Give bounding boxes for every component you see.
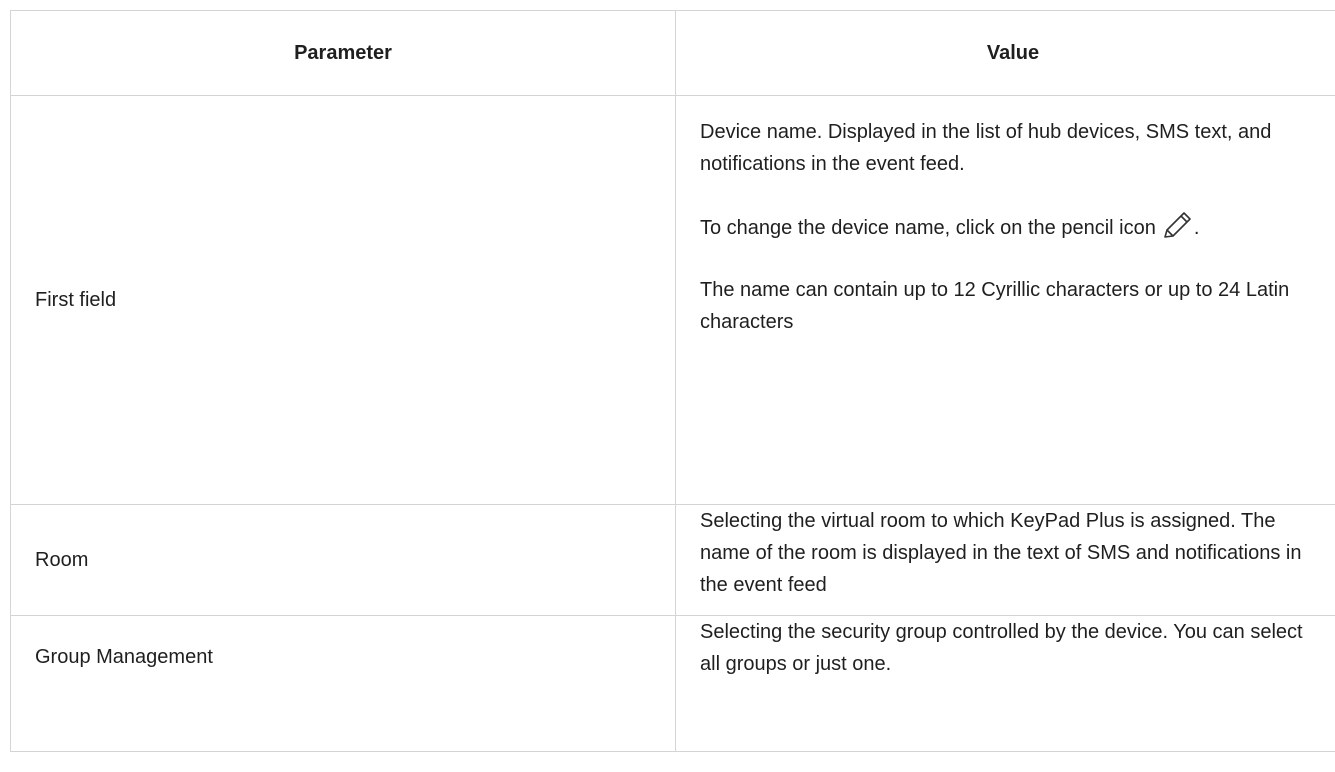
- table-row: Group Management Selecting the security …: [10, 615, 1335, 752]
- header-parameter: Parameter: [10, 10, 676, 96]
- value-paragraph: The name can contain up to 12 Cyrillic c…: [700, 279, 1290, 333]
- value-paragraph: Device name. Displayed in the list of hu…: [700, 121, 1272, 175]
- parameter-cell: Room: [10, 504, 676, 616]
- pencil-icon: [1164, 212, 1191, 238]
- table-header-row: Parameter Value: [10, 10, 1335, 96]
- parameter-cell: First field: [10, 95, 676, 505]
- parameter-cell: Group Management: [10, 615, 676, 752]
- value-cell: Selecting the security group controlled …: [675, 615, 1335, 752]
- header-value: Value: [675, 10, 1335, 96]
- icon-suffix: .: [1193, 217, 1200, 239]
- value-cell: Device name. Displayed in the list of hu…: [675, 95, 1335, 505]
- value-text: To change the device name, click on the …: [700, 217, 1156, 239]
- table-row: First field Device name. Displayed in th…: [10, 95, 1335, 505]
- table-row: Room Selecting the virtual room to which…: [10, 504, 1335, 616]
- parameters-table: Parameter Value First field Device name.…: [10, 10, 1335, 752]
- value-paragraph: To change the device name, click on the …: [700, 180, 1326, 244]
- value-cell: Selecting the virtual room to which KeyP…: [675, 504, 1335, 616]
